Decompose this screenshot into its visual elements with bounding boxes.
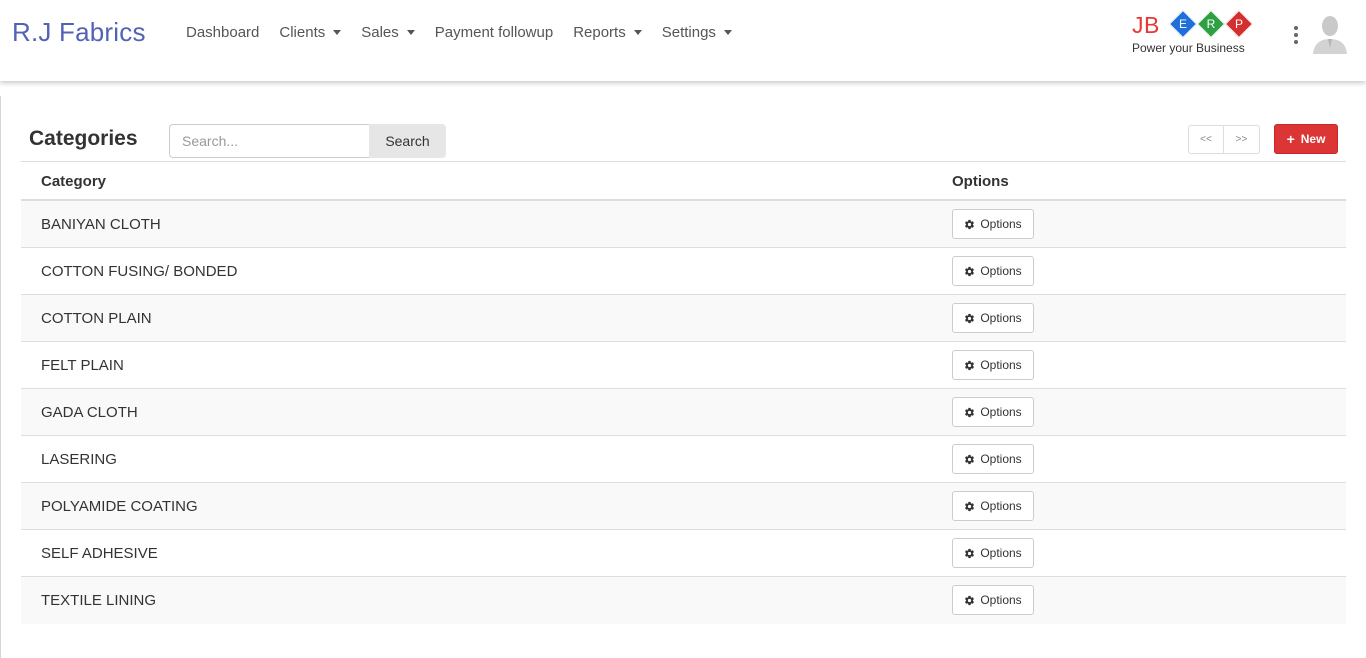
- gear-icon: [965, 501, 975, 511]
- page-title: Categories: [29, 127, 138, 150]
- top-navbar: R.J Fabrics Dashboard Clients Sales Paym…: [0, 0, 1366, 81]
- row-options-button[interactable]: Options: [952, 538, 1034, 568]
- plus-icon: +: [1286, 131, 1295, 147]
- gear-icon: [965, 407, 975, 417]
- kebab-icon[interactable]: [1293, 26, 1299, 44]
- category-name: COTTON PLAIN: [41, 310, 152, 327]
- new-button[interactable]: + New: [1274, 124, 1338, 154]
- table-row: SELF ADHESIVE Options: [21, 530, 1346, 577]
- user-avatar-icon[interactable]: [1310, 12, 1350, 54]
- row-options-button[interactable]: Options: [952, 444, 1034, 474]
- table-row: FELT PLAIN Options: [21, 342, 1346, 389]
- brand-title[interactable]: R.J Fabrics: [12, 17, 146, 48]
- gear-icon: [965, 454, 975, 464]
- logo-diamond-r: R: [1196, 9, 1226, 39]
- nav-sales[interactable]: Sales: [361, 24, 415, 41]
- row-options-button[interactable]: Options: [952, 397, 1034, 427]
- search-button[interactable]: Search: [369, 124, 446, 158]
- row-options-button[interactable]: Options: [952, 585, 1034, 615]
- jb-erp-logo: JB E R P Power your Business: [1131, 9, 1261, 57]
- categories-table: Category Options BANIYAN CLOTH Options COT…: [21, 161, 1346, 624]
- pager-next-button[interactable]: >>: [1224, 125, 1260, 154]
- caret-down-icon: [406, 30, 415, 35]
- gear-icon: [965, 313, 975, 323]
- nav-settings[interactable]: Settings: [662, 24, 732, 41]
- main-nav: Dashboard Clients Sales Payment followup…: [186, 24, 752, 41]
- caret-down-icon: [633, 30, 642, 35]
- row-options-button[interactable]: Options: [952, 256, 1034, 286]
- table-row: GADA CLOTH Options: [21, 389, 1346, 436]
- logo-diamond-p: P: [1224, 9, 1254, 39]
- search-input[interactable]: [169, 124, 369, 158]
- row-options-button[interactable]: Options: [952, 209, 1034, 239]
- nav-dashboard[interactable]: Dashboard: [186, 24, 259, 41]
- row-options-button[interactable]: Options: [952, 491, 1034, 521]
- gear-icon: [965, 595, 975, 605]
- caret-down-icon: [333, 30, 342, 35]
- pager-prev-button[interactable]: <<: [1188, 125, 1224, 154]
- row-options-button[interactable]: Options: [952, 303, 1034, 333]
- nav-reports[interactable]: Reports: [573, 24, 642, 41]
- table-row: TEXTILE LINING Options: [21, 577, 1346, 624]
- row-options-button[interactable]: Options: [952, 350, 1034, 380]
- caret-down-icon: [723, 30, 732, 35]
- gear-icon: [965, 360, 975, 370]
- search-group: Search: [169, 124, 446, 158]
- table-body: BANIYAN CLOTH Options COTTON FUSING/ BONDE…: [21, 201, 1346, 624]
- gear-icon: [965, 219, 975, 229]
- nav-clients[interactable]: Clients: [279, 24, 342, 41]
- category-name: POLYAMIDE COATING: [41, 498, 198, 515]
- table-row: LASERING Options: [21, 436, 1346, 483]
- category-name: BANIYAN CLOTH: [41, 216, 161, 233]
- logo-diamond-e: E: [1168, 9, 1198, 39]
- pager: << >>: [1188, 125, 1260, 154]
- category-name: TEXTILE LINING: [41, 592, 157, 609]
- gear-icon: [965, 548, 975, 558]
- table-row: BANIYAN CLOTH Options: [21, 201, 1346, 248]
- category-name: GADA CLOTH: [41, 404, 138, 421]
- table-header: Category Options: [21, 161, 1346, 201]
- table-row: COTTON PLAIN Options: [21, 295, 1346, 342]
- table-row: POLYAMIDE COATING Options: [21, 483, 1346, 530]
- logo-tagline: Power your Business: [1132, 41, 1245, 55]
- nav-payment-followup[interactable]: Payment followup: [435, 24, 553, 41]
- content-left-border: [0, 96, 1, 658]
- logo-prefix: JB: [1132, 12, 1160, 38]
- header-category: Category: [41, 173, 107, 190]
- category-name: LASERING: [41, 451, 117, 468]
- category-name: SELF ADHESIVE: [41, 545, 158, 562]
- category-name: FELT PLAIN: [41, 357, 124, 374]
- table-row: COTTON FUSING/ BONDED Options: [21, 248, 1346, 295]
- gear-icon: [965, 266, 975, 276]
- category-name: COTTON FUSING/ BONDED: [41, 263, 238, 280]
- header-options: Options: [952, 173, 1009, 190]
